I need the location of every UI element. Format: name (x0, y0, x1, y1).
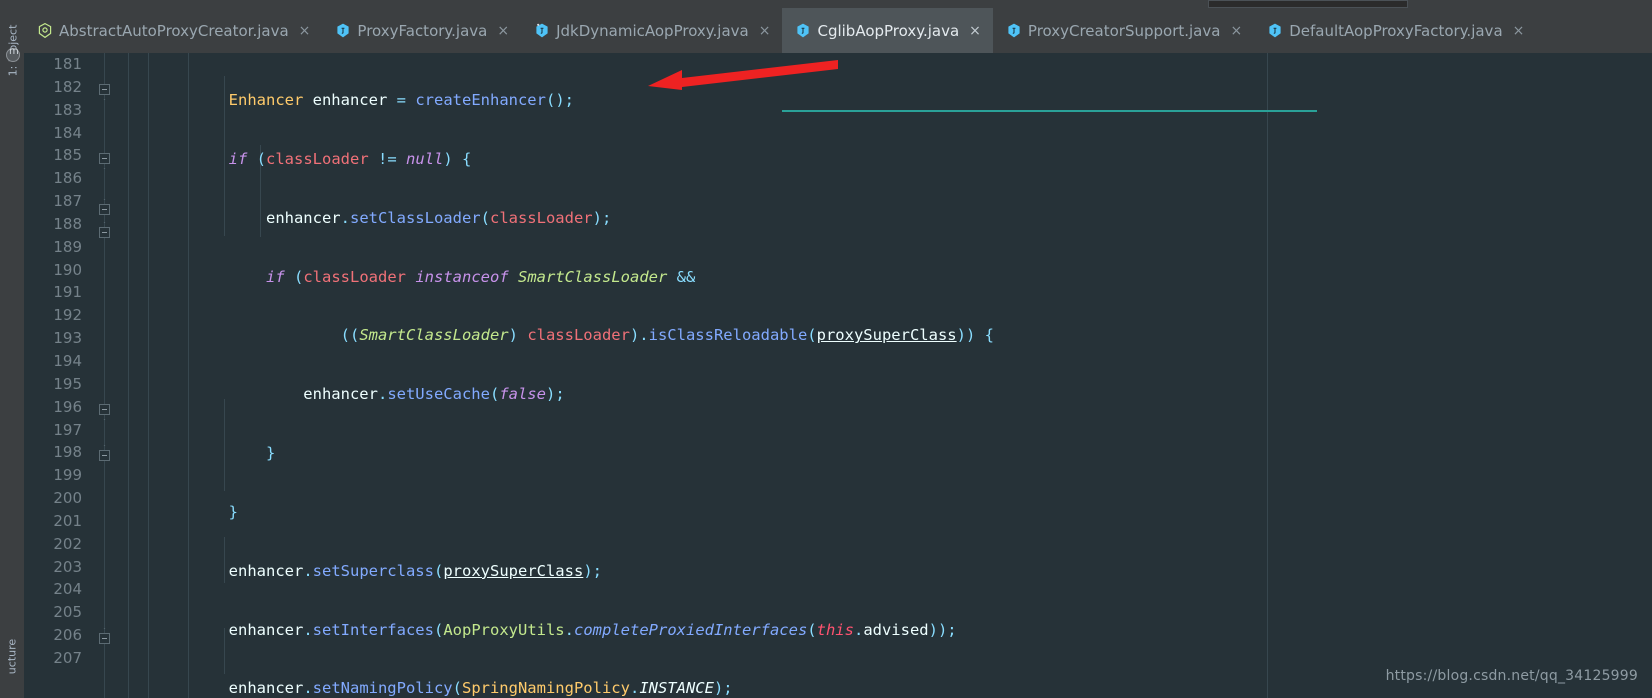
code-line: enhancer.setInterfaces(AopProxyUtils.com… (154, 620, 957, 639)
search-everywhere-popup-edge (1208, 0, 1408, 8)
right-margin-guide (1267, 53, 1268, 698)
line-number: 207 (53, 648, 82, 667)
editor-tab-bar: AbstractAutoProxyCreator.java × ProxyFac… (24, 8, 1652, 53)
tab-proxy-creator-support[interactable]: ProxyCreatorSupport.java × (993, 8, 1254, 53)
code-line: enhancer.setClassLoader(classLoader); (154, 208, 612, 227)
line-number: 204 (53, 580, 82, 599)
gutter-guide-line (148, 53, 149, 698)
code-line: if (classLoader != null) { (228, 149, 472, 168)
java-class-icon (1268, 23, 1282, 38)
tab-label: CglibAopProxy.java (817, 21, 960, 40)
line-number: 188 (53, 214, 82, 233)
tab-label: ProxyCreatorSupport.java (1027, 21, 1221, 40)
abstract-class-icon (38, 23, 52, 38)
watermark: https://blog.csdn.net/qq_34125999 (1385, 668, 1638, 684)
left-tool-window-bar: 1: Project ucture (0, 0, 24, 698)
fold-marker[interactable] (99, 404, 110, 415)
line-number: 192 (53, 306, 82, 325)
line-number: 194 (53, 351, 82, 370)
line-number: 183 (53, 100, 82, 119)
code-line: enhancer.setUseCache(false); (154, 385, 565, 404)
line-number: 184 (53, 123, 82, 142)
line-number: 205 (53, 603, 82, 622)
java-class-icon (796, 23, 810, 38)
code-line: } (228, 502, 238, 521)
tab-cglib-aop-proxy[interactable]: CglibAopProxy.java × (782, 8, 994, 53)
line-number: 191 (53, 283, 82, 302)
maven-icon[interactable] (6, 46, 20, 62)
gutter-guide-line (104, 53, 105, 698)
code-editor[interactable]: 181 182 183 184 185 186 187 188 189 190 … (24, 53, 1652, 698)
editor-gutter[interactable]: 181 182 183 184 185 186 187 188 189 190 … (24, 53, 154, 698)
line-number: 202 (53, 534, 82, 553)
fold-marker[interactable] (99, 84, 110, 95)
tab-proxy-factory[interactable]: ProxyFactory.java × (322, 8, 521, 53)
line-number: 186 (53, 169, 82, 188)
fold-marker[interactable] (99, 153, 110, 164)
sidebar-item-structure[interactable]: ucture (6, 626, 19, 688)
code-line: if (classLoader instanceof SmartClassLoa… (265, 267, 696, 286)
tab-label: AbstractAutoProxyCreator.java (59, 21, 289, 40)
line-number: 193 (53, 329, 82, 348)
close-icon[interactable]: × (759, 24, 771, 38)
gutter-guide-line (128, 53, 129, 698)
code-line: enhancer.setSuperclass(proxySuperClass); (154, 561, 602, 580)
code-line: } (265, 444, 276, 463)
fold-marker[interactable] (99, 450, 110, 461)
line-number: 189 (53, 237, 82, 256)
line-number: 198 (53, 443, 82, 462)
java-class-icon (535, 23, 549, 38)
close-icon[interactable]: × (1230, 24, 1242, 38)
search-result-underline (782, 110, 1317, 112)
line-number: 185 (53, 146, 82, 165)
line-number: 201 (53, 511, 82, 530)
close-icon[interactable]: × (497, 24, 509, 38)
line-number: 182 (53, 77, 82, 96)
line-number: 197 (53, 420, 82, 439)
tab-label: ProxyFactory.java (357, 21, 488, 40)
line-number: 195 (53, 374, 82, 393)
java-class-icon (336, 23, 350, 38)
tab-default-aop-proxy-factory[interactable]: DefaultAopProxyFactory.java × (1254, 8, 1536, 53)
line-number: 187 (53, 192, 82, 211)
sidebar-item-structure-label: ucture (5, 638, 19, 675)
line-number: 200 (53, 489, 82, 508)
line-number: 203 (53, 557, 82, 576)
java-class-icon (1007, 23, 1021, 38)
tab-label: DefaultAopProxyFactory.java (1289, 21, 1503, 40)
line-number: 199 (53, 466, 82, 485)
fold-marker[interactable] (99, 204, 110, 215)
idea-editor-window: 1: Project ucture AbstractAutoProxyCreat… (0, 0, 1652, 698)
line-number: 181 (53, 55, 82, 73)
line-number: 196 (53, 397, 82, 416)
code-line: ((SmartClassLoader) classLoader).isClass… (340, 326, 994, 345)
fold-marker[interactable] (99, 227, 110, 238)
tab-abstract-auto-proxy-creator[interactable]: AbstractAutoProxyCreator.java × (24, 8, 322, 53)
code-line: enhancer.setNamingPolicy(SpringNamingPol… (154, 679, 733, 698)
code-line: Enhancer enhancer = createEnhancer(); (228, 91, 574, 109)
close-icon[interactable]: × (969, 24, 981, 38)
line-number-column: 181 182 183 184 185 186 187 188 189 190 … (24, 53, 86, 670)
tab-jdk-dynamic-aop-proxy[interactable]: JdkDynamicAopProxy.java × (521, 8, 782, 53)
tab-label: JdkDynamicAopProxy.java (556, 21, 749, 40)
close-icon[interactable]: × (299, 24, 311, 38)
code-text[interactable]: Enhancer enhancer = createEnhancer(); if… (154, 53, 1209, 698)
line-number: 206 (53, 626, 82, 645)
line-number: 190 (53, 260, 82, 279)
close-icon[interactable]: × (1513, 24, 1525, 38)
fold-marker[interactable] (99, 633, 110, 644)
